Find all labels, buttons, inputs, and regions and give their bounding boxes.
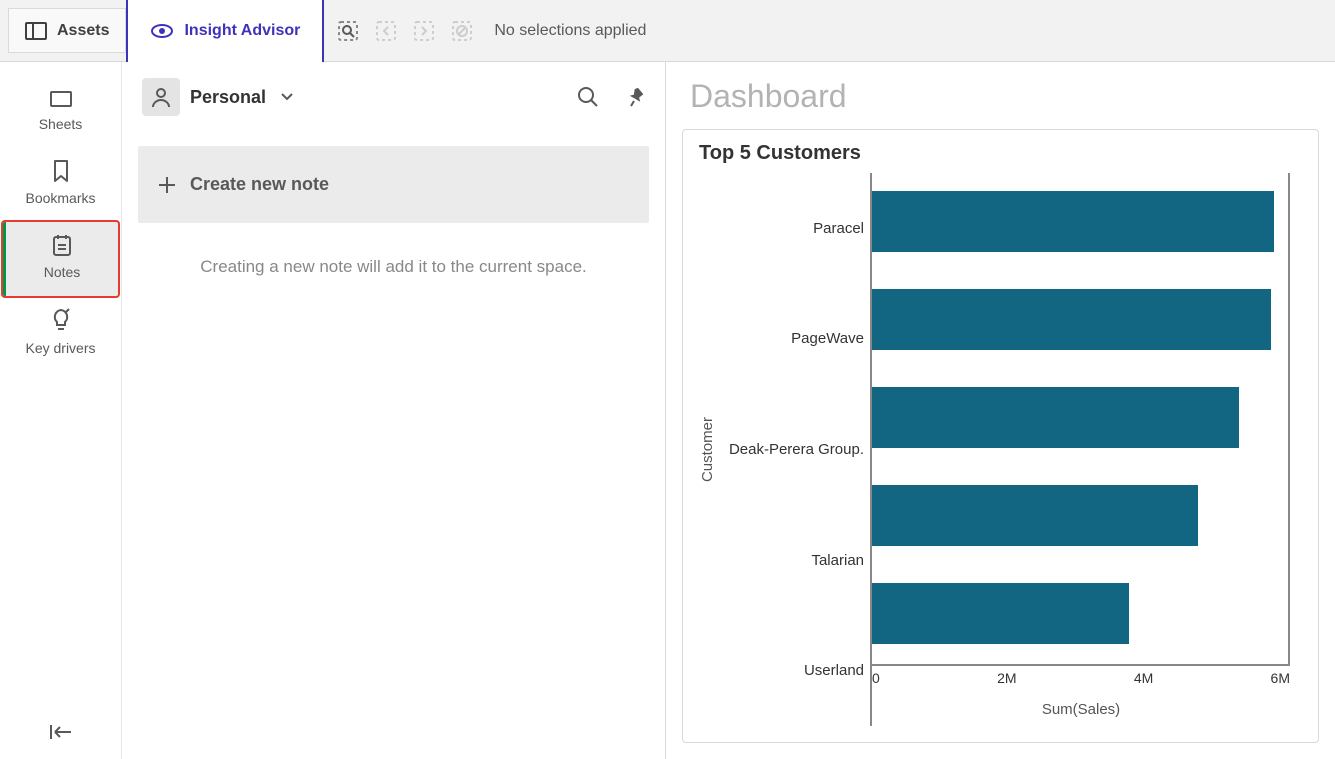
sidebar-item-label: Sheets: [39, 116, 83, 132]
notes-panel: Personal Create new note Creating a new …: [122, 62, 666, 759]
step-forward-icon[interactable]: [412, 19, 436, 43]
chevron-down-icon: [280, 92, 294, 102]
bookmark-icon: [52, 160, 70, 182]
notes-panel-header: Personal: [122, 62, 665, 132]
bar[interactable]: [872, 583, 1129, 644]
pin-button[interactable]: [627, 87, 645, 107]
sidebar-item-bookmarks[interactable]: Bookmarks: [0, 148, 121, 222]
x-tick: 2M: [997, 670, 1016, 686]
sidebar-item-label: Bookmarks: [25, 190, 95, 206]
no-selections-text: No selections applied: [494, 22, 646, 40]
insight-label: Insight Advisor: [184, 22, 300, 40]
notes-icon: [52, 234, 72, 256]
clear-selections-icon[interactable]: [450, 19, 474, 43]
bar[interactable]: [872, 485, 1198, 546]
bar[interactable]: [872, 191, 1274, 252]
sidebar: Sheets Bookmarks Notes Key drivers: [0, 62, 122, 759]
topbar: Assets Insight Advisor No selections app…: [0, 0, 1335, 62]
x-tick: 6M: [1271, 670, 1290, 686]
collapse-sidebar-button[interactable]: [0, 715, 121, 749]
category-label: Userland: [804, 662, 864, 679]
x-axis-label: Sum(Sales): [872, 701, 1290, 718]
scope-label: Personal: [190, 87, 266, 108]
category-label: Paracel: [813, 220, 864, 237]
empty-hint: Creating a new note will add it to the c…: [122, 237, 665, 277]
person-icon: [142, 78, 180, 116]
sidebar-item-label: Notes: [44, 264, 81, 280]
x-tick: 4M: [1134, 670, 1153, 686]
dashboard-title: Dashboard: [666, 62, 1335, 125]
dashboard-panel: Dashboard Top 5 Customers Customer Parac…: [666, 62, 1335, 759]
sidebar-item-sheets[interactable]: Sheets: [0, 76, 121, 148]
assets-label: Assets: [57, 22, 109, 40]
bar[interactable]: [872, 289, 1271, 350]
sidebar-item-label: Key drivers: [25, 340, 95, 356]
category-label: PageWave: [791, 330, 864, 347]
smart-search-icon[interactable]: [336, 19, 360, 43]
insight-icon: [150, 21, 174, 41]
collapse-icon: [49, 723, 73, 741]
sidebar-item-keydrivers[interactable]: Key drivers: [0, 296, 121, 372]
category-label: Deak-Perera Group.: [729, 441, 864, 458]
sheets-icon: [49, 88, 73, 108]
chart-title: Top 5 Customers: [699, 142, 1302, 165]
search-button[interactable]: [577, 86, 599, 108]
category-label: Talarian: [811, 552, 864, 569]
insight-advisor-button[interactable]: Insight Advisor: [126, 0, 324, 62]
create-note-label: Create new note: [190, 174, 329, 195]
chart-plot: Customer Paracel PageWave Deak-Perera Grou…: [699, 173, 1302, 726]
x-tick: 0: [872, 670, 880, 686]
step-back-icon[interactable]: [374, 19, 398, 43]
create-note-button[interactable]: Create new note: [138, 146, 649, 223]
panel-icon: [25, 22, 47, 40]
selection-toolbar: No selections applied: [324, 0, 658, 61]
y-axis-label: Customer: [699, 417, 716, 482]
sidebar-item-notes[interactable]: Notes: [3, 222, 118, 296]
plus-icon: [158, 176, 176, 194]
scope-dropdown[interactable]: Personal: [190, 87, 294, 108]
lightbulb-icon: [51, 308, 71, 332]
chart-card[interactable]: Top 5 Customers Customer Paracel PageWave…: [682, 129, 1319, 743]
bar[interactable]: [872, 387, 1239, 448]
assets-button[interactable]: Assets: [8, 8, 126, 53]
